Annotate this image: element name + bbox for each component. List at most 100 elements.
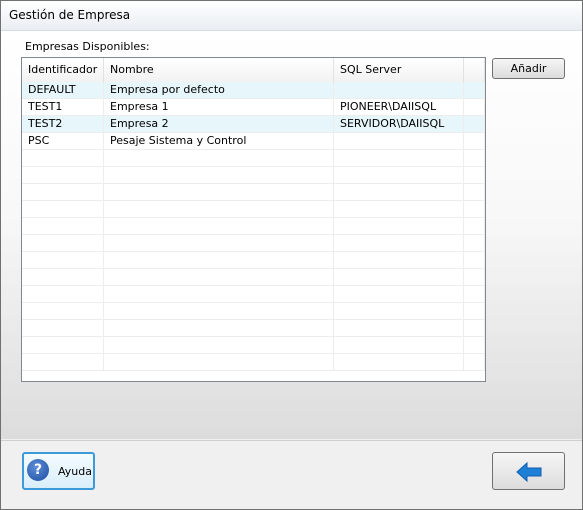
add-button[interactable]: Añadir xyxy=(492,58,565,79)
empty-cell xyxy=(334,303,464,320)
empty-row xyxy=(22,252,485,269)
empty-cell xyxy=(334,218,464,235)
table-row[interactable]: PSC Pesaje Sistema y Control xyxy=(22,133,485,150)
empty-row xyxy=(22,269,485,286)
empty-cell xyxy=(22,235,104,252)
cell-filler xyxy=(464,133,485,150)
empty-cell xyxy=(464,150,485,167)
empty-row xyxy=(22,201,485,218)
empty-cell xyxy=(22,286,104,303)
table-row[interactable]: DEFAULT Empresa por defecto xyxy=(22,82,485,99)
cell-identificador: TEST1 xyxy=(22,99,104,116)
empty-cell xyxy=(104,184,334,201)
cell-nombre: Empresa 1 xyxy=(104,99,334,116)
empty-cell xyxy=(334,167,464,184)
empty-cell xyxy=(104,235,334,252)
empty-cell xyxy=(22,337,104,354)
empty-cell xyxy=(464,320,485,337)
empty-row xyxy=(22,150,485,167)
cell-nombre: Pesaje Sistema y Control xyxy=(104,133,334,150)
empty-cell xyxy=(464,354,485,371)
empty-cell xyxy=(334,150,464,167)
empty-cell xyxy=(104,201,334,218)
companies-label: Empresas Disponibles: xyxy=(25,40,150,53)
window-title: Gestión de Empresa xyxy=(9,8,131,22)
empty-cell xyxy=(334,320,464,337)
empty-cell xyxy=(104,320,334,337)
empty-cell xyxy=(104,218,334,235)
empty-cell xyxy=(104,167,334,184)
question-icon: ? xyxy=(27,459,49,481)
company-manager-window: Gestión de Empresa Empresas Disponibles:… xyxy=(0,0,583,510)
empty-cell xyxy=(334,184,464,201)
grid-header: Identificador Nombre SQL Server xyxy=(22,58,485,83)
empty-cell xyxy=(334,252,464,269)
cell-nombre: Empresa 2 xyxy=(104,116,334,133)
empty-row xyxy=(22,167,485,184)
empty-cell xyxy=(104,269,334,286)
cell-sql-server: SERVIDOR\DAIISQL xyxy=(334,116,464,133)
empty-row xyxy=(22,218,485,235)
empty-cell xyxy=(22,218,104,235)
empty-row xyxy=(22,354,485,371)
empty-cell xyxy=(22,167,104,184)
back-button[interactable] xyxy=(492,452,565,490)
empty-cell xyxy=(22,150,104,167)
empty-cell xyxy=(104,303,334,320)
table-row[interactable]: TEST1 Empresa 1 PIONEER\DAIISQL xyxy=(22,99,485,116)
empty-cell xyxy=(464,218,485,235)
empty-cell xyxy=(22,252,104,269)
empty-cell xyxy=(22,184,104,201)
empty-cell xyxy=(464,235,485,252)
empty-cell xyxy=(334,354,464,371)
help-button[interactable]: ? Ayuda xyxy=(22,452,95,490)
empty-cell xyxy=(104,337,334,354)
empty-cell xyxy=(464,269,485,286)
empty-cell xyxy=(22,201,104,218)
companies-grid[interactable]: Identificador Nombre SQL Server DEFAULT … xyxy=(21,57,486,382)
cell-sql-server: PIONEER\DAIISQL xyxy=(334,99,464,116)
table-row[interactable]: TEST2 Empresa 2 SERVIDOR\DAIISQL xyxy=(22,116,485,133)
cell-filler xyxy=(464,116,485,133)
empty-cell xyxy=(464,303,485,320)
empty-cell xyxy=(22,320,104,337)
empty-cell xyxy=(464,201,485,218)
empty-cell xyxy=(334,201,464,218)
empty-cell xyxy=(464,252,485,269)
empty-cell xyxy=(464,337,485,354)
empty-cell xyxy=(104,150,334,167)
empty-cell xyxy=(334,286,464,303)
cell-identificador: DEFAULT xyxy=(22,82,104,99)
empty-cell xyxy=(22,303,104,320)
empty-cell xyxy=(464,167,485,184)
column-header-filler xyxy=(464,58,485,82)
empty-row xyxy=(22,184,485,201)
empty-cell xyxy=(464,184,485,201)
empty-cell xyxy=(334,269,464,286)
empty-row xyxy=(22,235,485,252)
empty-row xyxy=(22,337,485,354)
empty-cell xyxy=(22,354,104,371)
empty-cell xyxy=(104,354,334,371)
empty-row xyxy=(22,286,485,303)
empty-row xyxy=(22,320,485,337)
cell-sql-server xyxy=(334,82,464,99)
empty-cell xyxy=(464,286,485,303)
cell-filler xyxy=(464,82,485,99)
help-button-label: Ayuda xyxy=(58,465,92,478)
cell-identificador: PSC xyxy=(22,133,104,150)
back-arrow-icon xyxy=(516,462,542,482)
empty-row xyxy=(22,303,485,320)
cell-nombre: Empresa por defecto xyxy=(104,82,334,99)
empty-cell xyxy=(104,252,334,269)
empty-cell xyxy=(334,235,464,252)
column-header-nombre[interactable]: Nombre xyxy=(104,58,334,82)
column-header-identificador[interactable]: Identificador xyxy=(22,58,104,82)
column-header-sql-server[interactable]: SQL Server xyxy=(334,58,464,82)
cell-filler xyxy=(464,99,485,116)
empty-cell xyxy=(22,269,104,286)
title-bar[interactable]: Gestión de Empresa xyxy=(1,1,582,31)
empty-cell xyxy=(334,337,464,354)
cell-sql-server xyxy=(334,133,464,150)
cell-identificador: TEST2 xyxy=(22,116,104,133)
